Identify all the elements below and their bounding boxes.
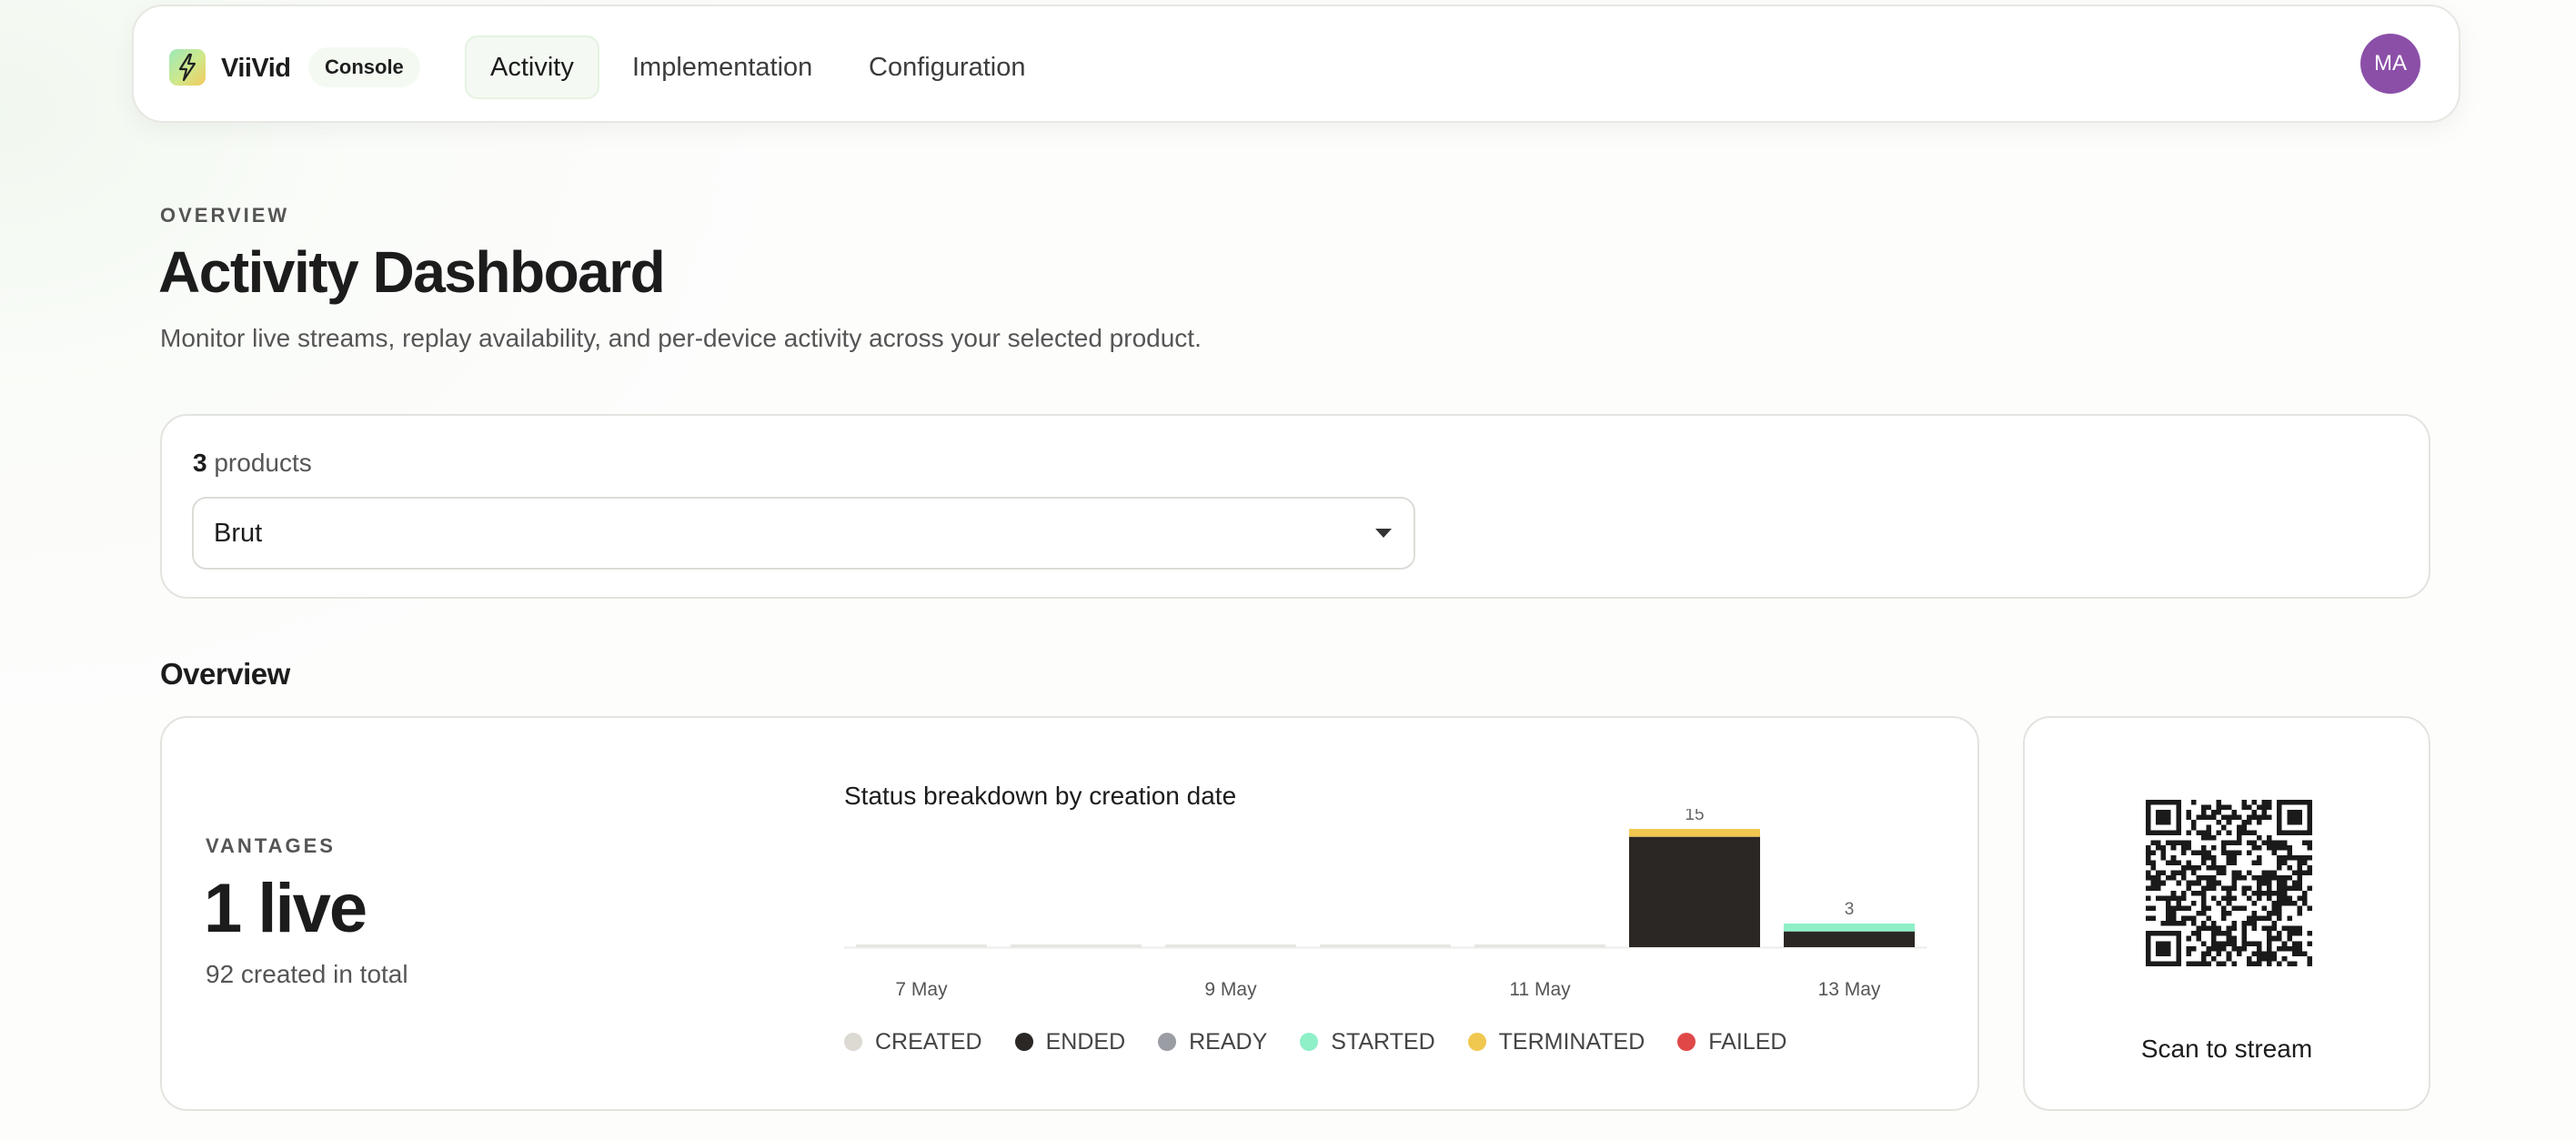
- chart-tick-label: 9 May: [1204, 979, 1257, 1000]
- chart-tick-label: 7 May: [895, 979, 948, 1000]
- legend-label: TERMINATED: [1498, 1028, 1645, 1055]
- chart-data-label: 3: [1845, 900, 1855, 919]
- chart-legend: CREATED ENDED READY STARTED TERMINATED FAILED: [844, 1025, 1819, 1058]
- page-eyebrow: OVERVIEW: [160, 204, 290, 227]
- legend-item-started[interactable]: STARTED: [1300, 1028, 1435, 1055]
- product-count-label: products: [214, 449, 312, 477]
- chart-bar-empty[interactable]: [1165, 944, 1296, 947]
- legend-item-ready[interactable]: READY: [1158, 1029, 1267, 1055]
- status-breakdown-chart: 7 May 9 May 11 May 15 3 13 May: [844, 809, 1927, 1000]
- legend-dot-icon: [1014, 1033, 1033, 1051]
- legend-dot-icon: [844, 1033, 862, 1051]
- chart-bar-started[interactable]: [1784, 924, 1915, 932]
- vantages-card: VANTAGES 1 live 92 created in total Stat…: [160, 716, 1979, 1111]
- product-select[interactable]: Brut: [192, 497, 1415, 570]
- tab-activity[interactable]: Activity: [465, 35, 599, 99]
- qr-caption: Scan to stream: [2140, 1035, 2313, 1063]
- legend-dot-icon: [1467, 1033, 1486, 1051]
- vantages-eyebrow: VANTAGES: [206, 834, 336, 857]
- brand-name[interactable]: ViiVid: [221, 54, 291, 84]
- viivid-logo-icon[interactable]: [168, 48, 206, 86]
- legend-label: FAILED: [1708, 1028, 1787, 1055]
- chart-bar-empty[interactable]: [1320, 944, 1451, 947]
- chart-tick-label: 13 May: [1818, 979, 1881, 1000]
- chart-tick-label: 11 May: [1509, 979, 1571, 1000]
- product-count: 3 products: [193, 449, 312, 478]
- qr-card: Scan to stream: [2023, 716, 2430, 1111]
- legend-label: CREATED: [875, 1028, 982, 1055]
- chart-bar-ended[interactable]: [1629, 836, 1760, 947]
- created-total: 92 created in total: [206, 960, 408, 988]
- chart-bar-terminated[interactable]: [1629, 829, 1760, 837]
- user-avatar[interactable]: MA: [2360, 34, 2420, 94]
- page-subtitle: Monitor live streams, replay availabilit…: [160, 324, 1202, 352]
- product-count-number: 3: [193, 449, 207, 477]
- legend-label: ENDED: [1045, 1028, 1126, 1055]
- tab-implementation[interactable]: Implementation: [609, 35, 836, 99]
- legend-item-terminated[interactable]: TERMINATED: [1467, 1028, 1645, 1055]
- page-title: Activity Dashboard: [158, 239, 666, 305]
- chart-title: Status breakdown by creation date: [844, 782, 1237, 810]
- chevron-down-icon: [1375, 529, 1392, 538]
- chart-bar-ended[interactable]: [1784, 931, 1915, 947]
- product-card: 3 products Brut: [160, 414, 2430, 599]
- live-count: 1 live: [204, 870, 367, 947]
- legend-dot-icon: [1677, 1033, 1696, 1051]
- overview-section-title: Overview: [160, 657, 290, 691]
- legend-item-created[interactable]: CREATED: [844, 1029, 982, 1055]
- chart-bar-empty[interactable]: [1474, 944, 1605, 947]
- product-select-value: Brut: [214, 519, 263, 548]
- legend-label: READY: [1189, 1028, 1268, 1055]
- console-badge: Console: [308, 47, 420, 87]
- chart-bar-empty[interactable]: [856, 944, 987, 947]
- legend-dot-icon: [1300, 1033, 1319, 1051]
- top-nav: ViiVid Console Activity Implementation C…: [132, 5, 2460, 123]
- tab-configuration[interactable]: Configuration: [845, 35, 1050, 99]
- qr-code-icon[interactable]: [2146, 800, 2312, 966]
- chart-bar-empty[interactable]: [1011, 944, 1142, 947]
- legend-item-failed[interactable]: FAILED: [1677, 1029, 1786, 1055]
- chart-data-label: 15: [1685, 809, 1704, 824]
- legend-item-ended[interactable]: ENDED: [1014, 1028, 1126, 1055]
- legend-label: STARTED: [1331, 1028, 1435, 1055]
- legend-dot-icon: [1158, 1033, 1177, 1051]
